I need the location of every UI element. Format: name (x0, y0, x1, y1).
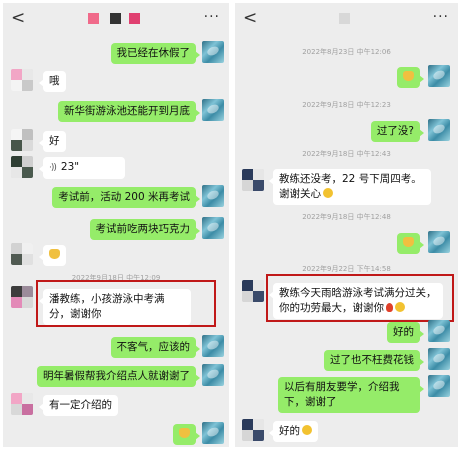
chat-panel-right: < ··· 2022年8月23日 中午12:06 2022年9月18日 中午12… (235, 3, 458, 447)
message-bubble-sent[interactable]: 考试前，活动 200 米再考试 (52, 187, 200, 208)
message-bubble-sent[interactable]: 过了也不枉费花钱 (324, 350, 424, 371)
my-avatar[interactable] (202, 99, 224, 121)
message-bubble-received[interactable]: 好的 (269, 421, 318, 442)
contact-avatar[interactable] (11, 129, 33, 151)
my-avatar[interactable] (202, 335, 224, 357)
voice-duration: 23" (60, 161, 80, 173)
my-avatar[interactable] (428, 231, 450, 253)
timestamp: 2022年9月22日 下午14:58 (302, 265, 391, 273)
contact-avatar[interactable] (11, 243, 33, 265)
timestamp: 2022年9月18日 中午12:23 (302, 101, 391, 109)
message-bubble-sent[interactable]: 明年暑假帮我介绍点人就谢谢了 (37, 366, 200, 387)
more-options-icon[interactable]: ··· (204, 7, 220, 27)
contact-name-mosaic (110, 13, 121, 24)
contact-avatar[interactable] (11, 69, 33, 91)
timestamp: 2022年9月18日 中午12:48 (302, 213, 391, 221)
my-avatar[interactable] (428, 320, 450, 342)
my-avatar[interactable] (428, 65, 450, 87)
contact-avatar[interactable] (11, 286, 33, 308)
contact-avatar[interactable] (11, 393, 33, 415)
smile-emoji-icon (323, 188, 333, 198)
message-bubble-sent[interactable]: 以后有朋友要学，介绍我下，谢谢了 (278, 377, 424, 413)
back-icon[interactable]: < (11, 7, 25, 29)
timestamp: 2022年9月18日 中午12:43 (302, 150, 391, 158)
message-bubble-received[interactable] (39, 245, 66, 266)
message-bubble-received[interactable]: 好 (39, 131, 66, 152)
thumbs-up-icon (403, 71, 414, 81)
voice-wave-icon: ·)) (49, 163, 57, 173)
message-bubble-sent[interactable]: 新华街游泳池还能开到月底 (58, 101, 200, 122)
contact-avatar[interactable] (11, 156, 33, 178)
thumbs-up-icon (179, 428, 190, 438)
contact-name-mosaic (88, 13, 99, 24)
back-icon[interactable]: < (243, 7, 257, 29)
contact-avatar[interactable] (242, 169, 264, 191)
message-bubble-sent[interactable] (173, 424, 200, 445)
contact-avatar[interactable] (242, 419, 264, 441)
my-avatar[interactable] (202, 364, 224, 386)
my-avatar[interactable] (428, 375, 450, 397)
contact-avatar[interactable] (242, 280, 264, 302)
smile-emoji-icon (302, 425, 312, 435)
more-options-icon[interactable]: ··· (433, 7, 449, 27)
chat-header: < ··· (3, 3, 229, 35)
voice-message-bubble[interactable]: ·)) 23" (39, 157, 125, 179)
contact-name-mosaic (129, 13, 140, 24)
my-avatar[interactable] (202, 185, 224, 207)
message-bubble-sent[interactable]: 好的 (387, 322, 424, 343)
my-avatar[interactable] (202, 422, 224, 444)
my-avatar[interactable] (428, 348, 450, 370)
message-bubble-received[interactable]: 教练还没考，22 号下周四考。谢谢关心 (269, 169, 431, 205)
message-bubble-sent[interactable]: 考试前吃两块巧克力 (89, 219, 200, 240)
my-avatar[interactable] (202, 41, 224, 63)
highlight-box (266, 274, 454, 322)
my-avatar[interactable] (202, 217, 224, 239)
message-bubble-sent[interactable] (397, 233, 424, 254)
my-avatar[interactable] (428, 119, 450, 141)
message-bubble-sent[interactable]: 不客气，应该的 (110, 337, 200, 358)
message-bubble-received[interactable]: 有一定介绍的 (39, 395, 118, 416)
message-bubble-sent[interactable]: 过了没? (370, 121, 425, 142)
chat-panel-left: < ··· 我已经在休假了 哦 新华街游泳池还能开到月底 好 ·)) 23" 考试… (3, 3, 229, 447)
message-bubble-sent[interactable]: 我已经在休假了 (110, 43, 200, 64)
message-text: 教练还没考，22 号下周四考。谢谢关心 (279, 173, 422, 200)
thumbs-up-icon (49, 249, 60, 259)
contact-name-mosaic (339, 13, 350, 24)
timestamp: 2022年8月23日 中午12:06 (302, 48, 391, 56)
chat-header: < ··· (235, 3, 458, 35)
message-bubble-sent[interactable] (397, 67, 424, 88)
message-text: 好的 (279, 425, 300, 437)
thumbs-up-icon (403, 237, 414, 247)
message-bubble-received[interactable]: 哦 (39, 71, 66, 92)
highlight-box (36, 280, 216, 327)
